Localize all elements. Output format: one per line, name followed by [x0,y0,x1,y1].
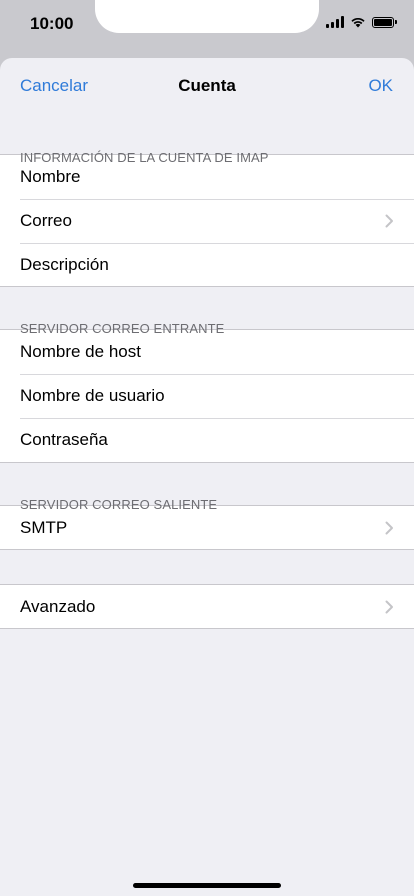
signal-icon [326,16,344,28]
status-time: 10:00 [30,14,74,33]
row-label: Nombre de usuario [20,386,165,405]
wifi-icon [351,17,365,28]
status-icons [326,16,397,28]
chevron-right-icon [385,521,393,534]
row-label: SMTP [20,517,68,537]
section-header-incoming: SERVIDOR CORREO ENTRANTE [20,321,225,336]
account-sheet: Cancelar Cuenta OK INFORMACIÓN DE LA CUE… [0,58,414,896]
row-smtp[interactable]: SMTP [0,506,414,549]
group-advanced: Avanzado [0,584,414,629]
chevron-right-icon [385,214,393,228]
battery-icon [372,16,397,28]
section-header-imap: INFORMACIÓN DE LA CUENTA DE IMAP [20,150,269,165]
chevron-right-icon [385,600,393,613]
row-label: Nombre [20,167,81,186]
group-outgoing: SMTP [0,505,414,550]
row-label: Nombre de host [20,342,141,361]
section-header-outgoing: SERVIDOR CORREO SALIENTE [20,497,218,512]
device-screen: 10:00 Cancelar Cuenta OK INFORMACIÓN DE … [0,0,414,896]
nav-bar: Cancelar Cuenta OK [0,58,414,114]
row-label: Descripción [20,254,109,274]
group-imap: Nombre Correo Descripción [0,154,414,287]
notch [95,0,319,33]
row-contrasena[interactable]: Contraseña [0,418,414,462]
home-indicator[interactable] [133,883,281,888]
row-descripcion[interactable]: Descripción [0,243,414,286]
row-label: Correo [20,211,72,230]
page-title: Cuenta [178,76,236,95]
row-nombre-host[interactable]: Nombre de host [0,330,414,374]
row-correo[interactable]: Correo [0,199,414,243]
row-nombre-usuario[interactable]: Nombre de usuario [0,374,414,418]
row-avanzado[interactable]: Avanzado [0,585,414,628]
group-incoming: Nombre de host Nombre de usuario Contras… [0,329,414,463]
row-label: Avanzado [20,596,96,616]
row-label: Contraseña [20,430,108,449]
ok-button[interactable]: OK [368,76,393,96]
row-nombre[interactable]: Nombre [0,155,414,199]
